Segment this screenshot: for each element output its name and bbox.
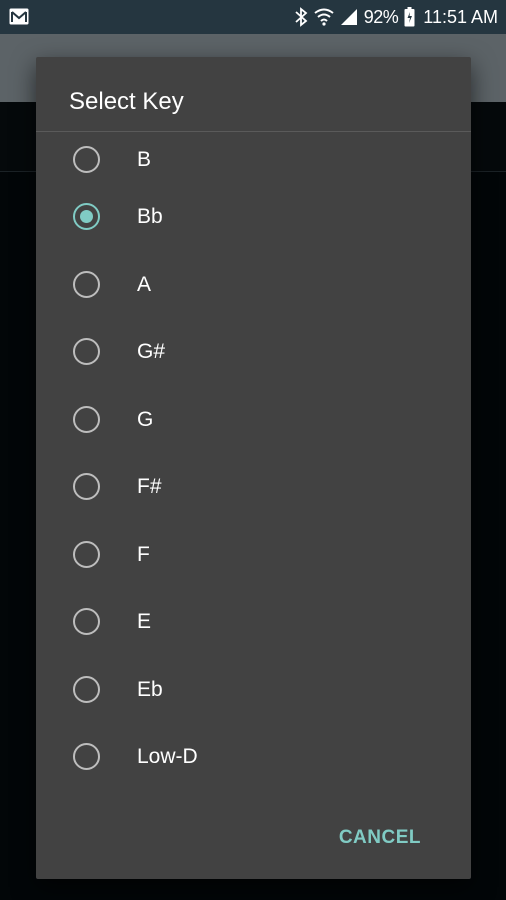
cancel-button[interactable]: CANCEL [339,827,421,849]
radio-button[interactable] [73,743,100,770]
radio-button[interactable] [73,540,100,568]
key-options-list: B Bb A G# G F# F E Eb Low-D [36,132,471,796]
option-label: G# [137,340,166,363]
radio-button[interactable] [73,270,100,298]
gmail-notification-icon [9,8,29,30]
select-key-dialog: Select Key B Bb A G# G F# F E Eb Low-D C… [36,57,471,879]
option-label: A [137,272,152,296]
radio-button[interactable] [73,473,100,500]
wifi-icon [314,8,334,26]
radio-button[interactable] [73,608,100,635]
option-label: E [137,610,152,633]
signal-icon [340,8,358,26]
option-label: G [137,407,154,431]
key-option[interactable]: A [36,256,471,324]
key-option[interactable]: Eb [36,661,471,729]
radio-button[interactable] [73,203,100,230]
radio-button[interactable] [73,146,100,173]
key-option[interactable]: E [36,593,471,661]
key-option[interactable]: Low-D [36,728,471,796]
status-bar: 92% 11:51 AM [0,0,506,34]
key-option[interactable]: F# [36,458,471,526]
key-option[interactable]: F [36,526,471,594]
dialog-title: Select Key [69,88,184,115]
option-label: B [137,148,152,171]
key-option[interactable]: Bb [36,188,471,256]
radio-button[interactable] [73,338,100,365]
battery-percent: 92% [363,6,399,27]
option-label: Low-D [137,745,198,768]
option-label: F [137,542,150,566]
key-option[interactable]: G# [36,323,471,391]
bluetooth-icon [294,7,308,27]
clock: 11:51 AM [423,6,498,27]
key-option[interactable]: B [36,132,471,188]
battery-icon [404,7,415,27]
radio-button[interactable] [73,675,100,703]
radio-button[interactable] [73,405,100,433]
key-option[interactable]: G [36,391,471,459]
option-label: Bb [137,205,163,228]
option-label: F# [137,475,162,498]
option-label: Eb [137,677,163,701]
